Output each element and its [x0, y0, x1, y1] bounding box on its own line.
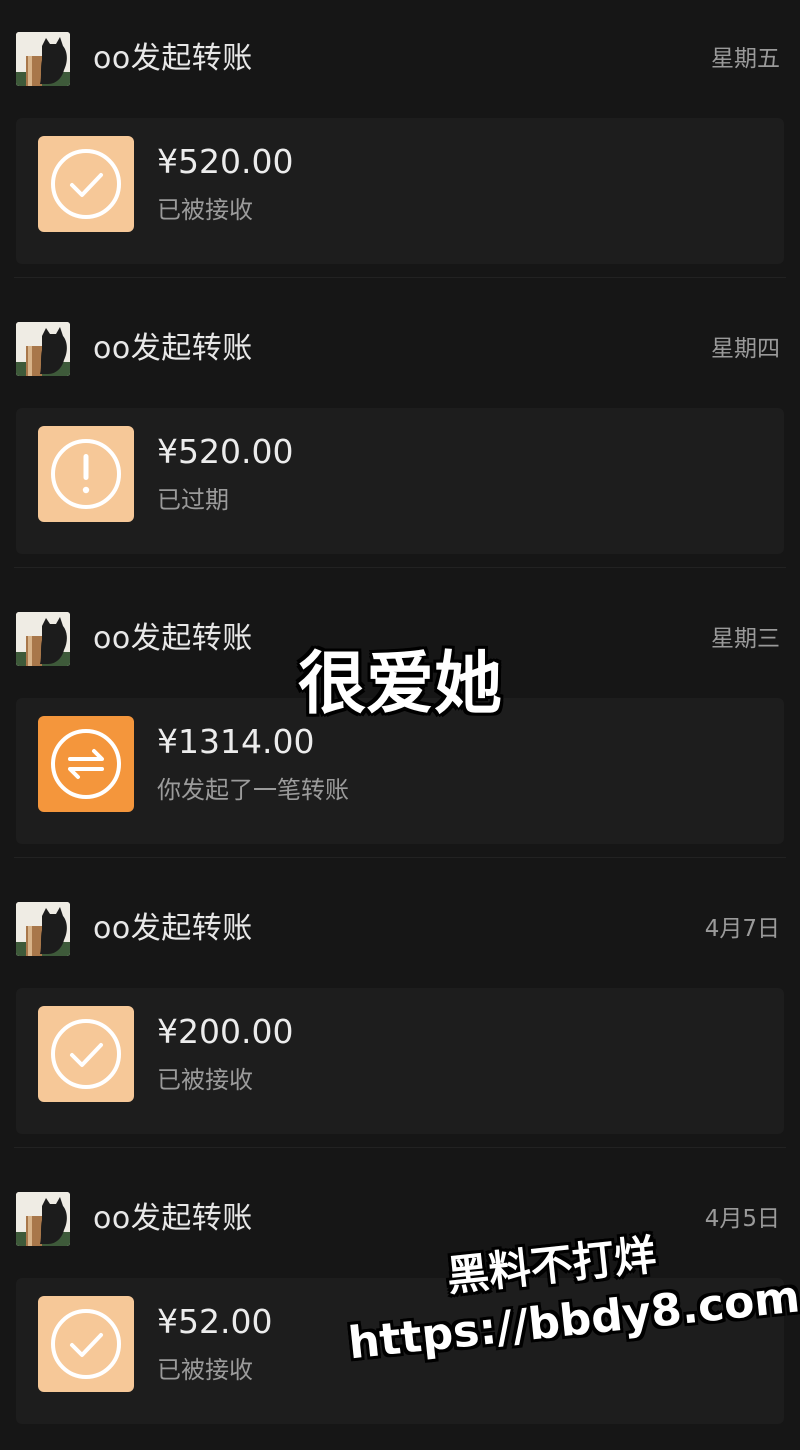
cat-avatar-icon — [16, 32, 70, 86]
divider — [14, 1147, 786, 1148]
transfer-card[interactable]: ¥520.00 已过期 — [16, 408, 784, 554]
cat-avatar-icon — [16, 1192, 70, 1246]
transfer-amount: ¥520.00 — [157, 142, 294, 181]
transfer-status: 已被接收 — [157, 196, 253, 224]
transfer-entry: oo发起转账 4月7日 ¥200.00 已被接收 — [0, 870, 800, 1160]
divider — [14, 567, 786, 568]
transfer-status-icon-box — [38, 136, 134, 232]
sender-name: oo发起转账 — [93, 331, 253, 366]
transfer-arrows-icon — [51, 729, 121, 799]
transfer-amount: ¥200.00 — [157, 1012, 294, 1051]
transfer-status-icon-box — [38, 1296, 134, 1392]
transfer-entry: oo发起转账 星期四 ¥520.00 已过期 — [0, 290, 800, 580]
sender-name: oo发起转账 — [93, 41, 253, 76]
transfer-status-icon-box — [38, 426, 134, 522]
cat-avatar-icon — [16, 902, 70, 956]
transfer-status: 已过期 — [157, 486, 229, 514]
entry-header: oo发起转账 星期五 — [0, 0, 800, 110]
transfer-amount: ¥520.00 — [157, 432, 294, 471]
cat-avatar-icon — [16, 322, 70, 376]
entry-header: oo发起转账 星期四 — [0, 290, 800, 400]
entry-header: oo发起转账 4月7日 — [0, 870, 800, 980]
entry-date: 星期四 — [711, 336, 780, 362]
transfer-card[interactable]: ¥520.00 已被接收 — [16, 118, 784, 264]
transfer-amount: ¥52.00 — [157, 1302, 273, 1341]
check-circle-icon — [51, 149, 121, 219]
transfer-card[interactable]: ¥200.00 已被接收 — [16, 988, 784, 1134]
transfer-status: 已被接收 — [157, 1066, 253, 1094]
check-circle-icon — [51, 1019, 121, 1089]
avatar[interactable] — [16, 902, 70, 956]
avatar[interactable] — [16, 322, 70, 376]
sender-name: oo发起转账 — [93, 1201, 253, 1236]
transfer-status-icon-box — [38, 1006, 134, 1102]
transfer-status: 已被接收 — [157, 1356, 253, 1384]
divider — [14, 277, 786, 278]
entry-date: 星期五 — [711, 46, 780, 72]
avatar[interactable] — [16, 32, 70, 86]
overlay-caption: 很爱她 — [297, 645, 502, 724]
exclamation-circle-icon — [51, 439, 121, 509]
check-circle-icon — [51, 1309, 121, 1379]
divider — [14, 857, 786, 858]
entry-date: 4月7日 — [704, 916, 780, 942]
transfer-status-icon-box — [38, 716, 134, 812]
sender-name: oo发起转账 — [93, 911, 253, 946]
transfer-status: 你发起了一笔转账 — [157, 776, 349, 804]
transfer-entry: oo发起转账 星期五 ¥520.00 已被接收 — [0, 0, 800, 290]
avatar[interactable] — [16, 1192, 70, 1246]
